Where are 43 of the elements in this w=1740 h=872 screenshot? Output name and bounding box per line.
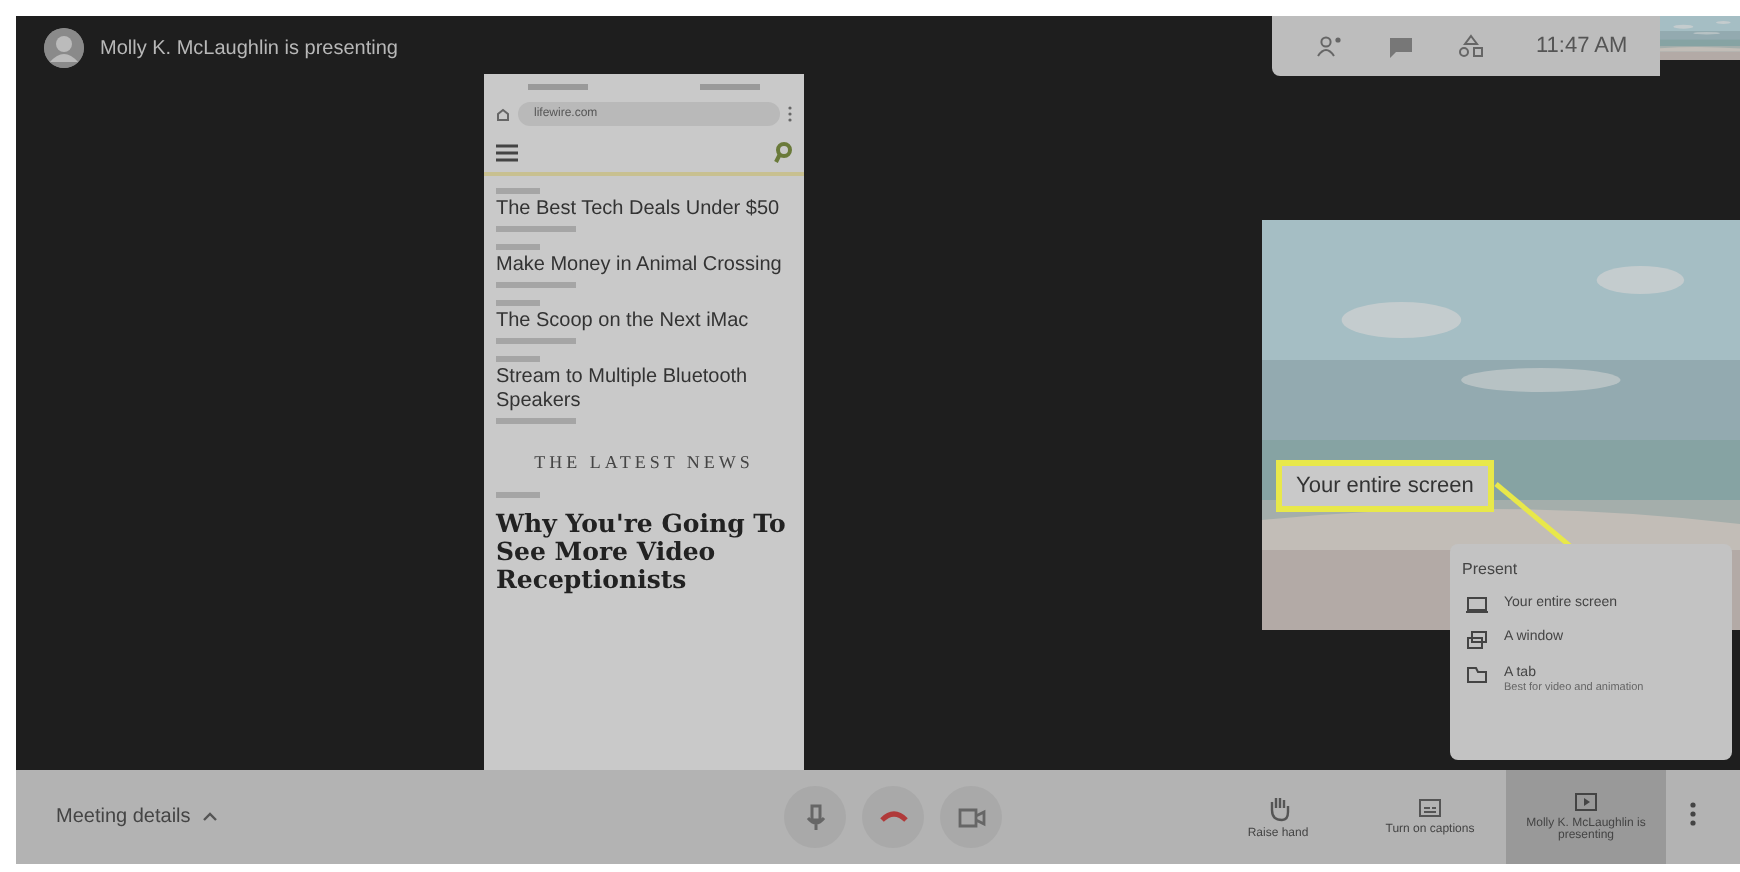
section-title: THE LATEST NEWS — [532, 452, 756, 472]
home-icon — [496, 107, 510, 121]
meeting-details-button[interactable]: Meeting details — [56, 806, 784, 828]
hangup-button[interactable] — [862, 786, 924, 848]
article-headline: The Best Tech Deals Under $50 — [496, 198, 782, 222]
search-icon — [774, 142, 792, 164]
clock-time: 11:47 AM — [1536, 34, 1628, 58]
byline-line — [496, 418, 576, 424]
more-icon — [1690, 802, 1696, 826]
article-headline: The Scoop on the Next iMac — [496, 310, 751, 334]
hand-icon — [1267, 795, 1289, 821]
hang-up-icon — [879, 810, 907, 824]
camera-button[interactable] — [940, 786, 1002, 848]
category-line — [496, 492, 540, 498]
chat-icon[interactable] — [1388, 35, 1414, 57]
byline-line — [496, 226, 576, 232]
tab-icon — [1466, 666, 1488, 684]
category-line — [496, 356, 540, 362]
category-line — [496, 300, 540, 306]
microphone-icon — [805, 803, 825, 831]
windows-icon — [1466, 630, 1488, 650]
camera-icon — [957, 807, 985, 827]
mic-button[interactable] — [784, 786, 846, 848]
article-headline: Make Money in Animal Crossing — [496, 254, 784, 278]
shapes-icon[interactable] — [1458, 34, 1484, 58]
feature-headline: Why You're Going To See More Video Receptionists — [493, 506, 788, 594]
caret-icon — [202, 812, 219, 822]
category-line — [496, 188, 540, 194]
captions-icon — [1418, 798, 1442, 818]
status-icons-strip — [700, 83, 760, 89]
status-icons-strip — [528, 83, 588, 89]
category-line — [496, 244, 540, 250]
menu-icon — [496, 144, 518, 162]
presenter-label: Molly K. McLaughlin is presenting — [100, 37, 398, 59]
people-icon[interactable] — [1316, 35, 1344, 57]
callout-label: Your entire screen — [1276, 460, 1494, 512]
avatar — [44, 28, 84, 68]
present-icon — [1574, 792, 1598, 812]
article-headline: Stream to Multiple Bluetooth Speakers — [496, 366, 750, 414]
menu-title: Present — [1462, 560, 1520, 578]
monitor-icon — [1466, 596, 1488, 614]
byline-line — [496, 338, 576, 344]
byline-line — [496, 282, 576, 288]
